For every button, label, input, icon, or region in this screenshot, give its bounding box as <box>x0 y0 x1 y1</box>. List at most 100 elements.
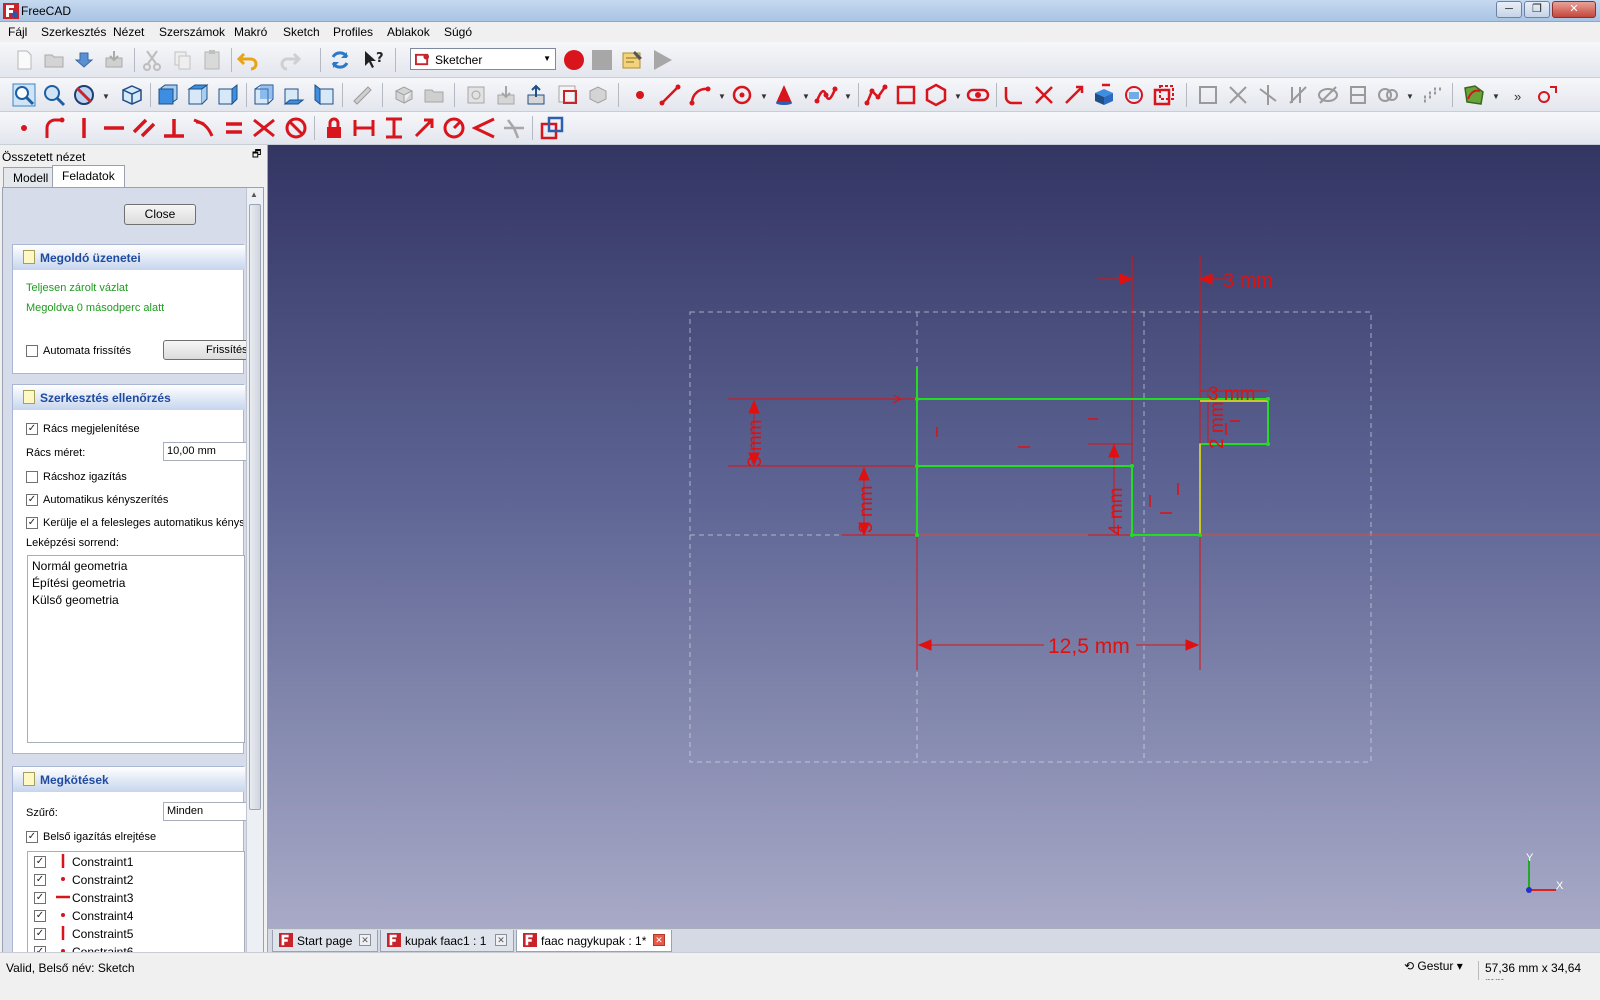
constrain-tangent-icon[interactable] <box>192 116 216 140</box>
constraint-row[interactable]: ✓ Constraint2 <box>32 871 242 888</box>
float-panel-icon[interactable]: 🗗 <box>252 150 264 162</box>
view-sketch-icon[interactable] <box>494 83 518 107</box>
menu-sketch[interactable]: Sketch <box>283 25 320 39</box>
measure-icon[interactable] <box>350 83 374 107</box>
select-horizontal-axis-icon[interactable] <box>1286 83 1310 107</box>
filter-select[interactable]: Minden <box>163 802 247 821</box>
constrain-coincident-icon[interactable] <box>12 116 36 140</box>
scroll-up-icon[interactable]: ▲ <box>250 190 258 199</box>
restore-internal-icon[interactable] <box>1376 83 1400 107</box>
workbench-selector[interactable]: Sketcher ▼ <box>410 48 556 70</box>
whats-this-icon[interactable]: ? <box>362 48 386 72</box>
constrain-distance-icon[interactable] <box>412 116 436 140</box>
menu-windows[interactable]: Ablakok <box>387 25 430 39</box>
menu-edit[interactable]: Szerkesztés <box>41 25 106 39</box>
sketch-canvas[interactable]: 3 mm 3 mm 2 mm 3 mm 3 mm 4 mm 12,5 mm Y … <box>268 145 1600 928</box>
update-button[interactable]: Frissítés <box>163 340 249 360</box>
constrain-perpendicular-icon[interactable] <box>162 116 186 140</box>
constraints-header[interactable]: Megkötések <box>13 767 245 792</box>
map-sketch-icon[interactable] <box>524 83 548 107</box>
select-vertical-axis-icon[interactable] <box>1256 83 1280 107</box>
record-macro-icon[interactable] <box>562 48 586 72</box>
close-sketch-button[interactable]: Close <box>124 204 196 225</box>
fillet-icon[interactable] <box>1002 83 1026 107</box>
construction-mode-icon[interactable] <box>1152 83 1176 107</box>
new-document-icon[interactable] <box>12 48 36 72</box>
select-redundant-icon[interactable] <box>1316 83 1340 107</box>
minimize-button[interactable]: ─ <box>1496 1 1522 18</box>
constraint-checkbox[interactable]: ✓ <box>34 910 46 922</box>
tab-kupak-faac1[interactable]: kupak faac1 : 1 ✕ <box>380 930 514 952</box>
menu-macro[interactable]: Makró <box>234 25 267 39</box>
open-folder-icon[interactable] <box>42 48 66 72</box>
constrain-lock-icon[interactable] <box>322 116 346 140</box>
run-macro-icon[interactable] <box>650 48 674 72</box>
constraint-row[interactable]: ✓ Constraint4 <box>32 907 242 924</box>
reorient-sketch-icon[interactable] <box>556 83 580 107</box>
constrain-point-on-object-icon[interactable] <box>42 116 66 140</box>
auto-constraints-checkbox[interactable]: ✓ <box>26 494 38 506</box>
create-point-icon[interactable] <box>628 83 652 107</box>
edit-sketch-icon[interactable] <box>422 83 446 107</box>
new-sketch-icon[interactable] <box>392 83 416 107</box>
create-line-icon[interactable] <box>658 83 682 107</box>
list-item[interactable]: Külső geometria <box>32 593 119 607</box>
constraint-checkbox[interactable]: ✓ <box>34 892 46 904</box>
hide-internal-checkbox[interactable]: ✓ <box>26 831 38 843</box>
constraint-checkbox[interactable]: ✓ <box>34 856 46 868</box>
constrain-angle-icon[interactable] <box>472 116 496 140</box>
constraint-checkbox[interactable]: ✓ <box>34 874 46 886</box>
show-grid-checkbox[interactable]: ✓ <box>26 423 38 435</box>
leave-sketch-icon[interactable] <box>464 83 488 107</box>
bottom-view-icon[interactable] <box>282 83 306 107</box>
fit-all-icon[interactable] <box>12 83 36 107</box>
external-geometry-icon[interactable] <box>1092 83 1116 107</box>
right-view-icon[interactable] <box>216 83 240 107</box>
create-conic-icon[interactable] <box>772 83 796 107</box>
constraint-checkbox[interactable]: ✓ <box>34 928 46 940</box>
menu-view[interactable]: Nézet <box>113 25 144 39</box>
create-arc-icon[interactable] <box>688 83 712 107</box>
scrollbar-thumb[interactable] <box>249 204 261 810</box>
constrain-radius-icon[interactable] <box>442 116 466 140</box>
dim-right-height[interactable]: 2 mm <box>1207 402 1228 450</box>
maximize-button[interactable]: ❐ <box>1524 1 1550 18</box>
draw-style-icon[interactable] <box>72 83 96 107</box>
list-item[interactable]: Építési geometria <box>32 576 125 590</box>
create-polygon-icon[interactable] <box>924 83 948 107</box>
dim-lower-left-height[interactable]: 3 mm <box>856 486 877 534</box>
cut-icon[interactable] <box>140 48 164 72</box>
select-conflicting-icon[interactable] <box>1346 83 1370 107</box>
grid-size-input[interactable]: 10,00 mm <box>163 442 247 461</box>
create-bspline-icon[interactable] <box>814 83 838 107</box>
edit-control-header[interactable]: Szerkesztés ellenőrzés <box>13 385 245 410</box>
list-item[interactable]: Normál geometria <box>32 559 127 573</box>
top-view-icon[interactable] <box>186 83 210 107</box>
3d-viewport[interactable]: 3 mm 3 mm 2 mm 3 mm 3 mm 4 mm 12,5 mm Y … <box>268 145 1600 928</box>
copy-icon[interactable] <box>170 48 194 72</box>
sketch-extra-icon[interactable] <box>1536 83 1560 107</box>
close-tab-icon[interactable]: ✕ <box>359 934 371 946</box>
create-slot-icon[interactable] <box>966 83 990 107</box>
tab-tasks[interactable]: Feladatok <box>52 165 125 187</box>
save-as-icon[interactable] <box>102 48 126 72</box>
rear-view-icon[interactable] <box>252 83 276 107</box>
close-tab-icon[interactable]: ✕ <box>495 934 507 946</box>
menu-help[interactable]: Súgó <box>444 25 472 39</box>
create-circle-icon[interactable] <box>730 83 754 107</box>
carbon-copy-icon[interactable] <box>1122 83 1146 107</box>
extend-icon[interactable] <box>1062 83 1086 107</box>
rectangular-array-icon[interactable] <box>1420 83 1444 107</box>
bspline-show-icon[interactable] <box>1462 83 1486 107</box>
constrain-snell-icon[interactable] <box>502 116 526 140</box>
constrain-vertical-icon[interactable] <box>72 116 96 140</box>
toggle-driving-icon[interactable] <box>540 116 564 140</box>
constrain-symmetric-icon[interactable] <box>252 116 276 140</box>
create-rectangle-icon[interactable] <box>894 83 918 107</box>
tab-start-page[interactable]: Start page ✕ <box>272 930 378 952</box>
save-icon[interactable] <box>72 48 96 72</box>
create-polyline-icon[interactable] <box>864 83 888 107</box>
menu-profiles[interactable]: Profiles <box>333 25 373 39</box>
constraint-row[interactable]: ✓ Constraint5 <box>32 925 242 942</box>
dim-left-height[interactable]: 3 mm <box>745 420 766 468</box>
